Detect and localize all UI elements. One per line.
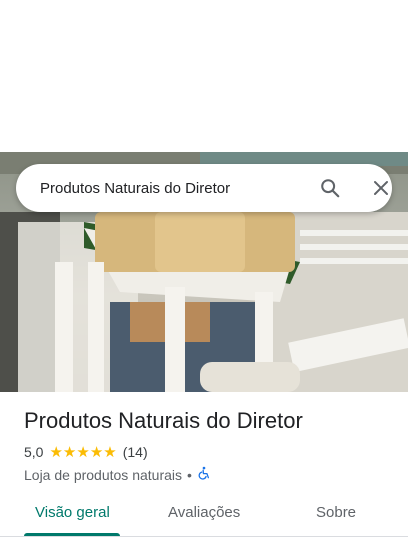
star-icon: ★	[76, 443, 90, 461]
rating-row[interactable]: 5,0 ★ ★ ★ ★ ★ (14)	[24, 444, 148, 460]
star-icon: ★	[89, 443, 104, 461]
place-title: Produtos Naturais do Diretor	[24, 408, 303, 433]
star-icon: ★	[103, 443, 117, 461]
search-bar[interactable]: Produtos Naturais do Diretor	[16, 164, 392, 212]
place-tabs: Visão geral Avaliações Sobre	[0, 494, 408, 536]
separator-dot: •	[187, 466, 192, 483]
tab-overview[interactable]: Visão geral	[35, 504, 110, 521]
star-icon: ★	[49, 443, 63, 461]
wheelchair-icon[interactable]	[197, 466, 211, 483]
search-icon[interactable]	[316, 174, 344, 202]
rating-value: 5,0	[24, 444, 44, 460]
blank-map-area	[0, 0, 408, 152]
search-input[interactable]: Produtos Naturais do Diretor	[40, 180, 230, 197]
place-category: Loja de produtos naturais	[24, 466, 182, 483]
close-icon[interactable]	[367, 174, 395, 202]
star-icon: ★	[62, 443, 77, 461]
category-row: Loja de produtos naturais •	[24, 466, 211, 483]
tabs-divider	[0, 536, 408, 537]
tab-about[interactable]: Sobre	[316, 504, 356, 521]
review-count[interactable]: (14)	[123, 444, 148, 460]
tab-reviews[interactable]: Avaliações	[168, 504, 240, 521]
star-rating: ★ ★ ★ ★ ★	[49, 445, 116, 460]
